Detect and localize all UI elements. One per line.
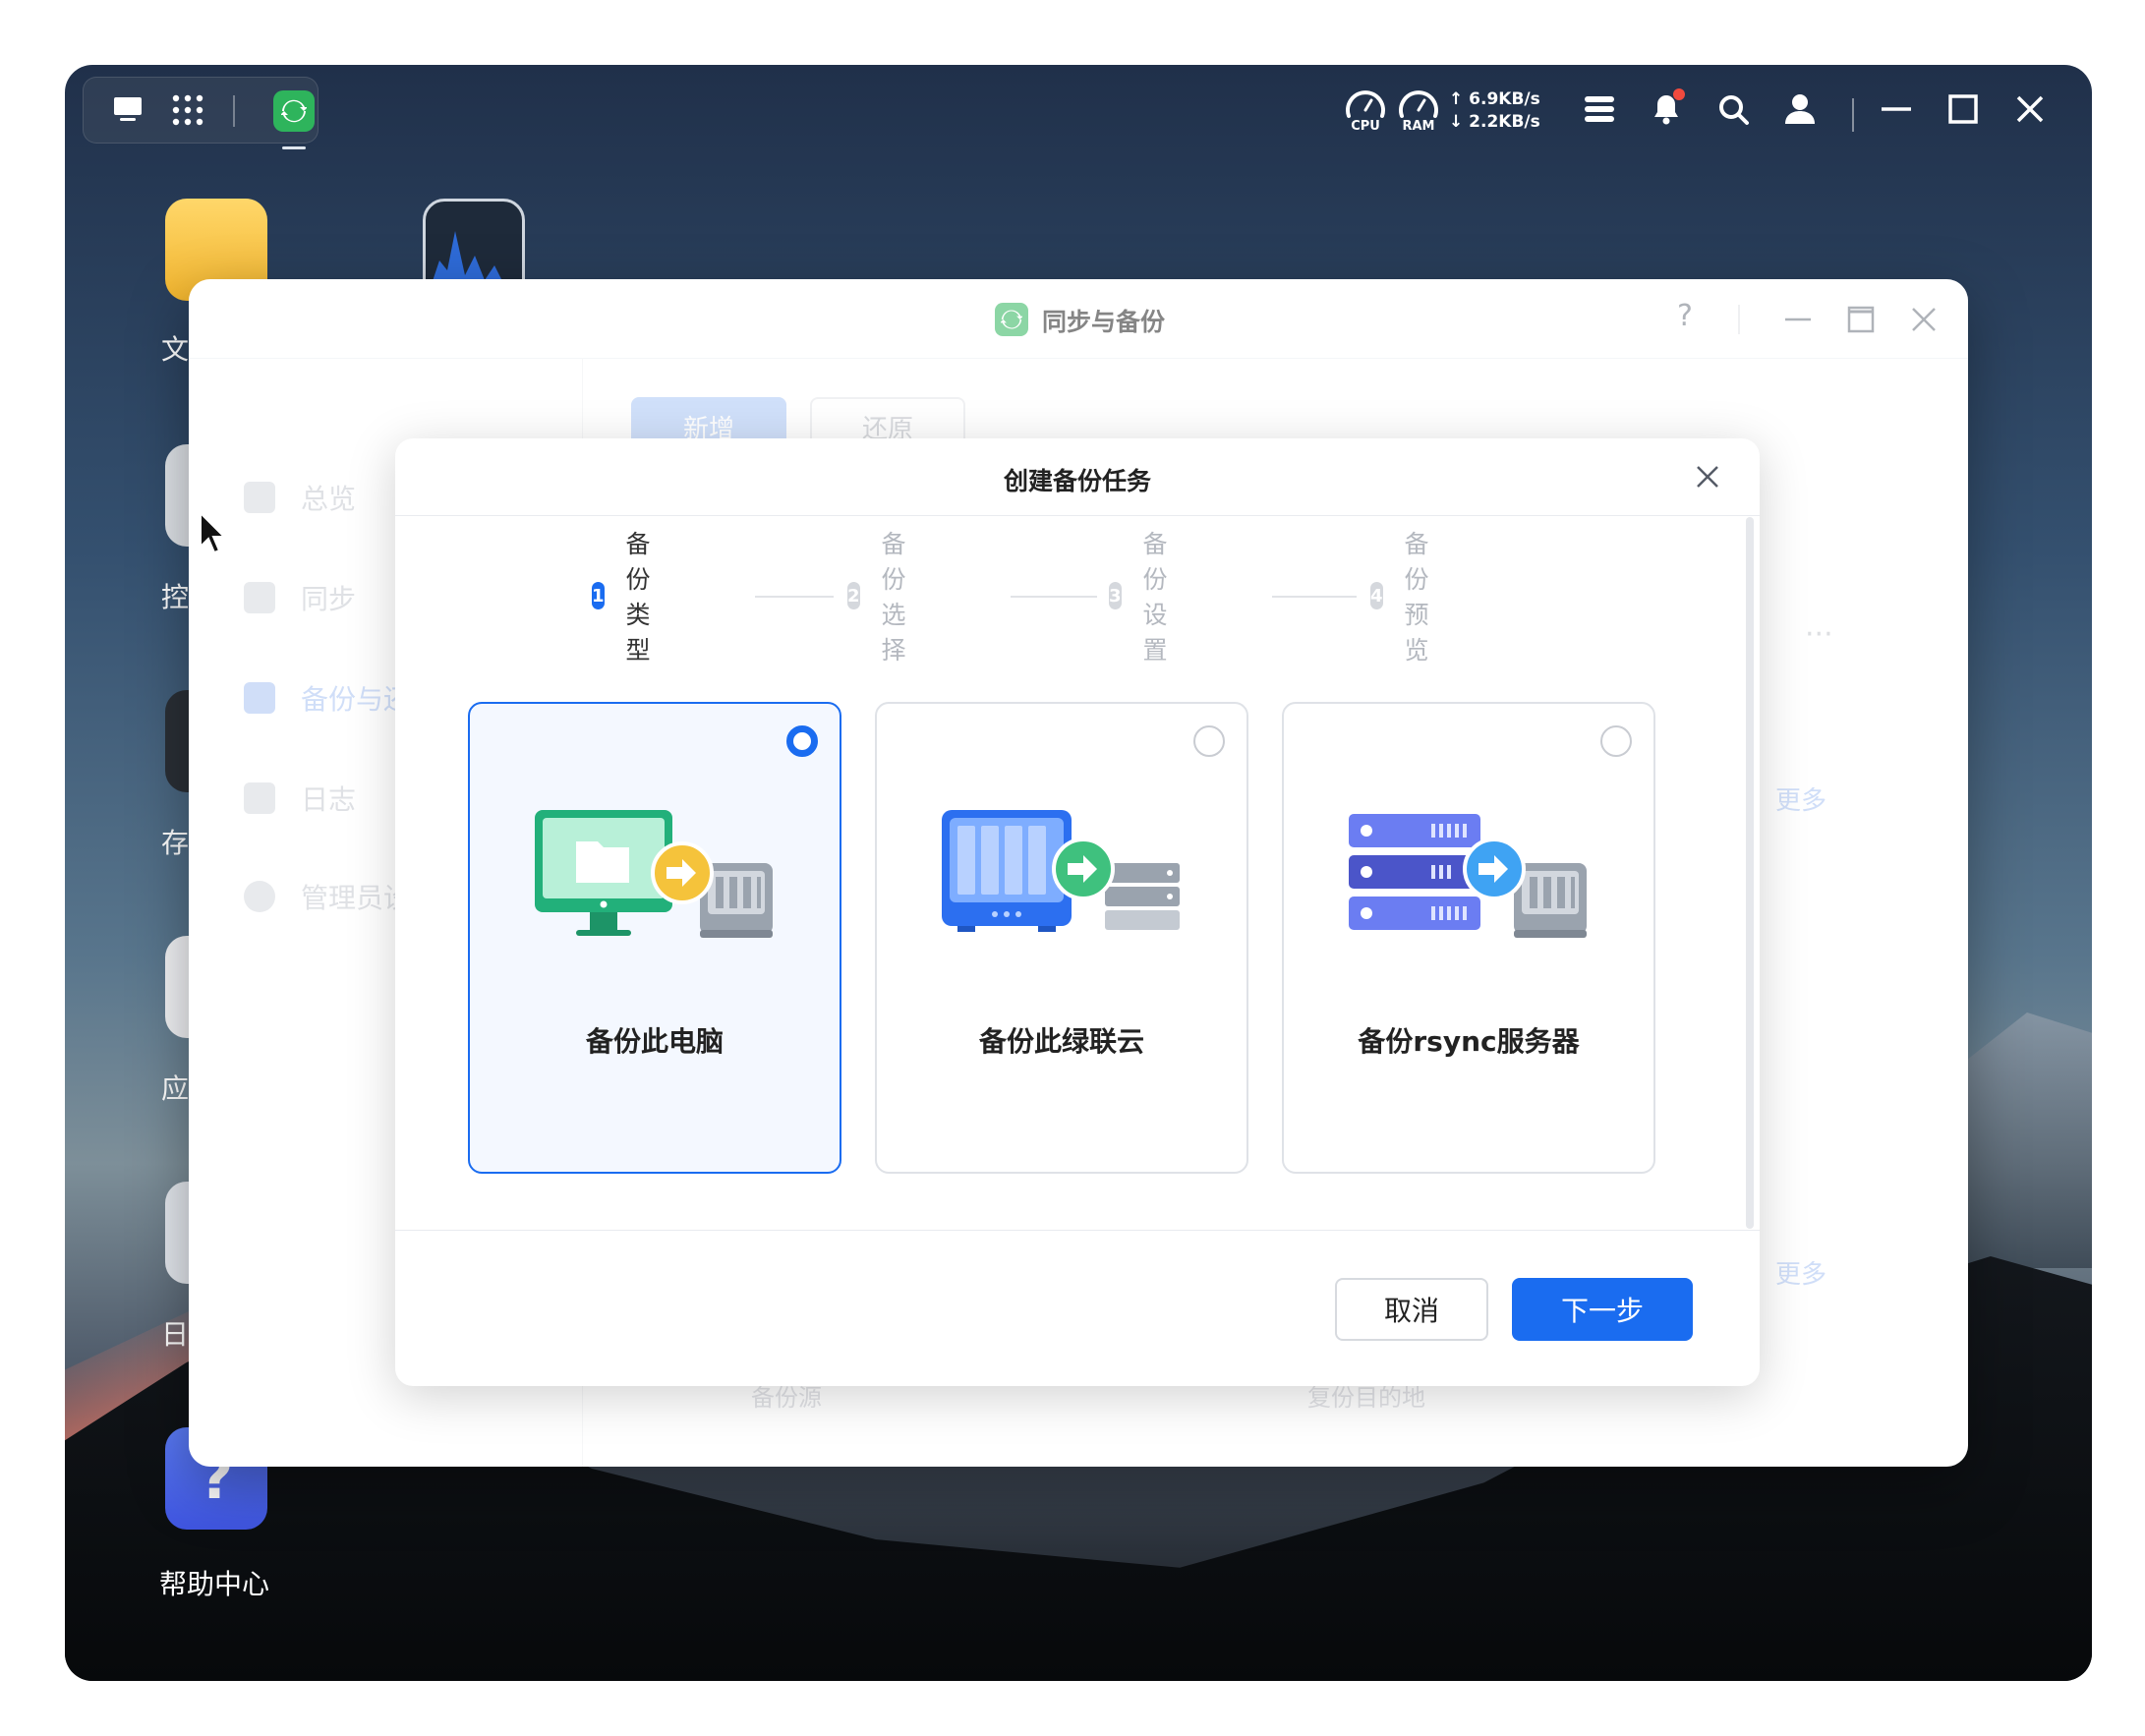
dialog-scrollbar[interactable] [1746, 517, 1754, 1229]
download-speed: ↓ 2.2KB/s [1449, 112, 1540, 132]
mouse-cursor-icon [200, 511, 227, 554]
create-backup-dialog: 创建备份任务 1 备份类型 2 备份选择 3 备份设置 4 备份预览 备份此电脑… [395, 438, 1760, 1386]
taskbar-dock [83, 77, 319, 149]
ram-gauge-icon[interactable]: RAM [1396, 87, 1441, 134]
step-label: 备份预览 [1404, 530, 1429, 665]
dialog-close-icon[interactable] [1691, 460, 1724, 493]
step-2: 2 备份选择 [847, 530, 921, 665]
upload-speed: ↑ 6.9KB/s [1449, 89, 1540, 109]
dialog-footer: 取消 下一步 [395, 1230, 1760, 1386]
step-number: 2 [847, 582, 860, 609]
step-connector [1011, 596, 1097, 598]
next-step-button[interactable]: 下一步 [1512, 1278, 1693, 1341]
option-backup-this-ugreen-cloud[interactable]: 备份此绿联云 [875, 702, 1248, 1174]
option-radio[interactable] [1600, 725, 1632, 757]
cpu-gauge-icon[interactable]: CPU [1343, 87, 1388, 134]
step-label: 备份设置 [1142, 530, 1168, 665]
step-connector [1272, 596, 1357, 598]
step-number: 4 [1370, 582, 1383, 609]
step-label: 备份选择 [881, 530, 906, 665]
step-3: 3 备份设置 [1109, 530, 1183, 665]
option-label: 备份此电脑 [585, 1025, 724, 1058]
cpu-label: CPU [1351, 119, 1380, 134]
step-1: 1 备份类型 [592, 530, 666, 665]
close-icon[interactable] [2013, 92, 2047, 126]
network-speed: ↑ 6.9KB/s ↓ 2.2KB/s [1449, 88, 1540, 134]
minimize-icon[interactable] [1880, 92, 1913, 126]
sync-backup-app-icon[interactable] [273, 90, 315, 132]
option-radio[interactable] [1193, 725, 1225, 757]
user-avatar-icon[interactable] [1783, 92, 1817, 126]
maximize-icon[interactable] [1946, 92, 1980, 126]
task-list-icon[interactable] [1583, 92, 1616, 126]
step-label: 备份类型 [625, 530, 651, 665]
desktop-icon-label: 文 [161, 333, 190, 366]
step-4: 4 备份预览 [1370, 530, 1444, 665]
option-label: 备份rsync服务器 [1358, 1025, 1580, 1058]
step-connector [755, 596, 834, 598]
dock-separator [233, 95, 235, 127]
search-icon[interactable] [1716, 92, 1750, 126]
step-number: 3 [1109, 582, 1122, 609]
app-grid-icon[interactable] [170, 92, 205, 128]
computer-to-nas-icon [535, 810, 773, 938]
option-backup-rsync-server[interactable]: 备份rsync服务器 [1282, 702, 1655, 1174]
dialog-header: 创建备份任务 [395, 438, 1760, 516]
dialog-title: 创建备份任务 [1003, 467, 1151, 495]
cancel-button[interactable]: 取消 [1335, 1278, 1488, 1341]
option-label: 备份此绿联云 [978, 1025, 1144, 1058]
step-number: 1 [592, 582, 605, 609]
rsync-server-to-nas-icon [1349, 814, 1587, 938]
nas-to-server-icon [942, 810, 1180, 932]
notification-badge [1673, 88, 1685, 100]
topbar-separator [1852, 98, 1854, 132]
show-desktop-icon[interactable] [111, 92, 145, 126]
desktop-icon-label: 存 [161, 827, 190, 859]
desktop-icon-label: 应 [161, 1072, 190, 1105]
desktop-icon-label: 帮助中心 [159, 1568, 270, 1600]
option-backup-this-computer[interactable]: 备份此电脑 [468, 702, 841, 1174]
active-app-indicator [282, 146, 306, 149]
option-radio[interactable] [786, 725, 818, 757]
desktop-icon-label: 控 [161, 581, 190, 613]
desktop-icon-label: 日 [161, 1318, 190, 1351]
ram-label: RAM [1402, 119, 1435, 134]
